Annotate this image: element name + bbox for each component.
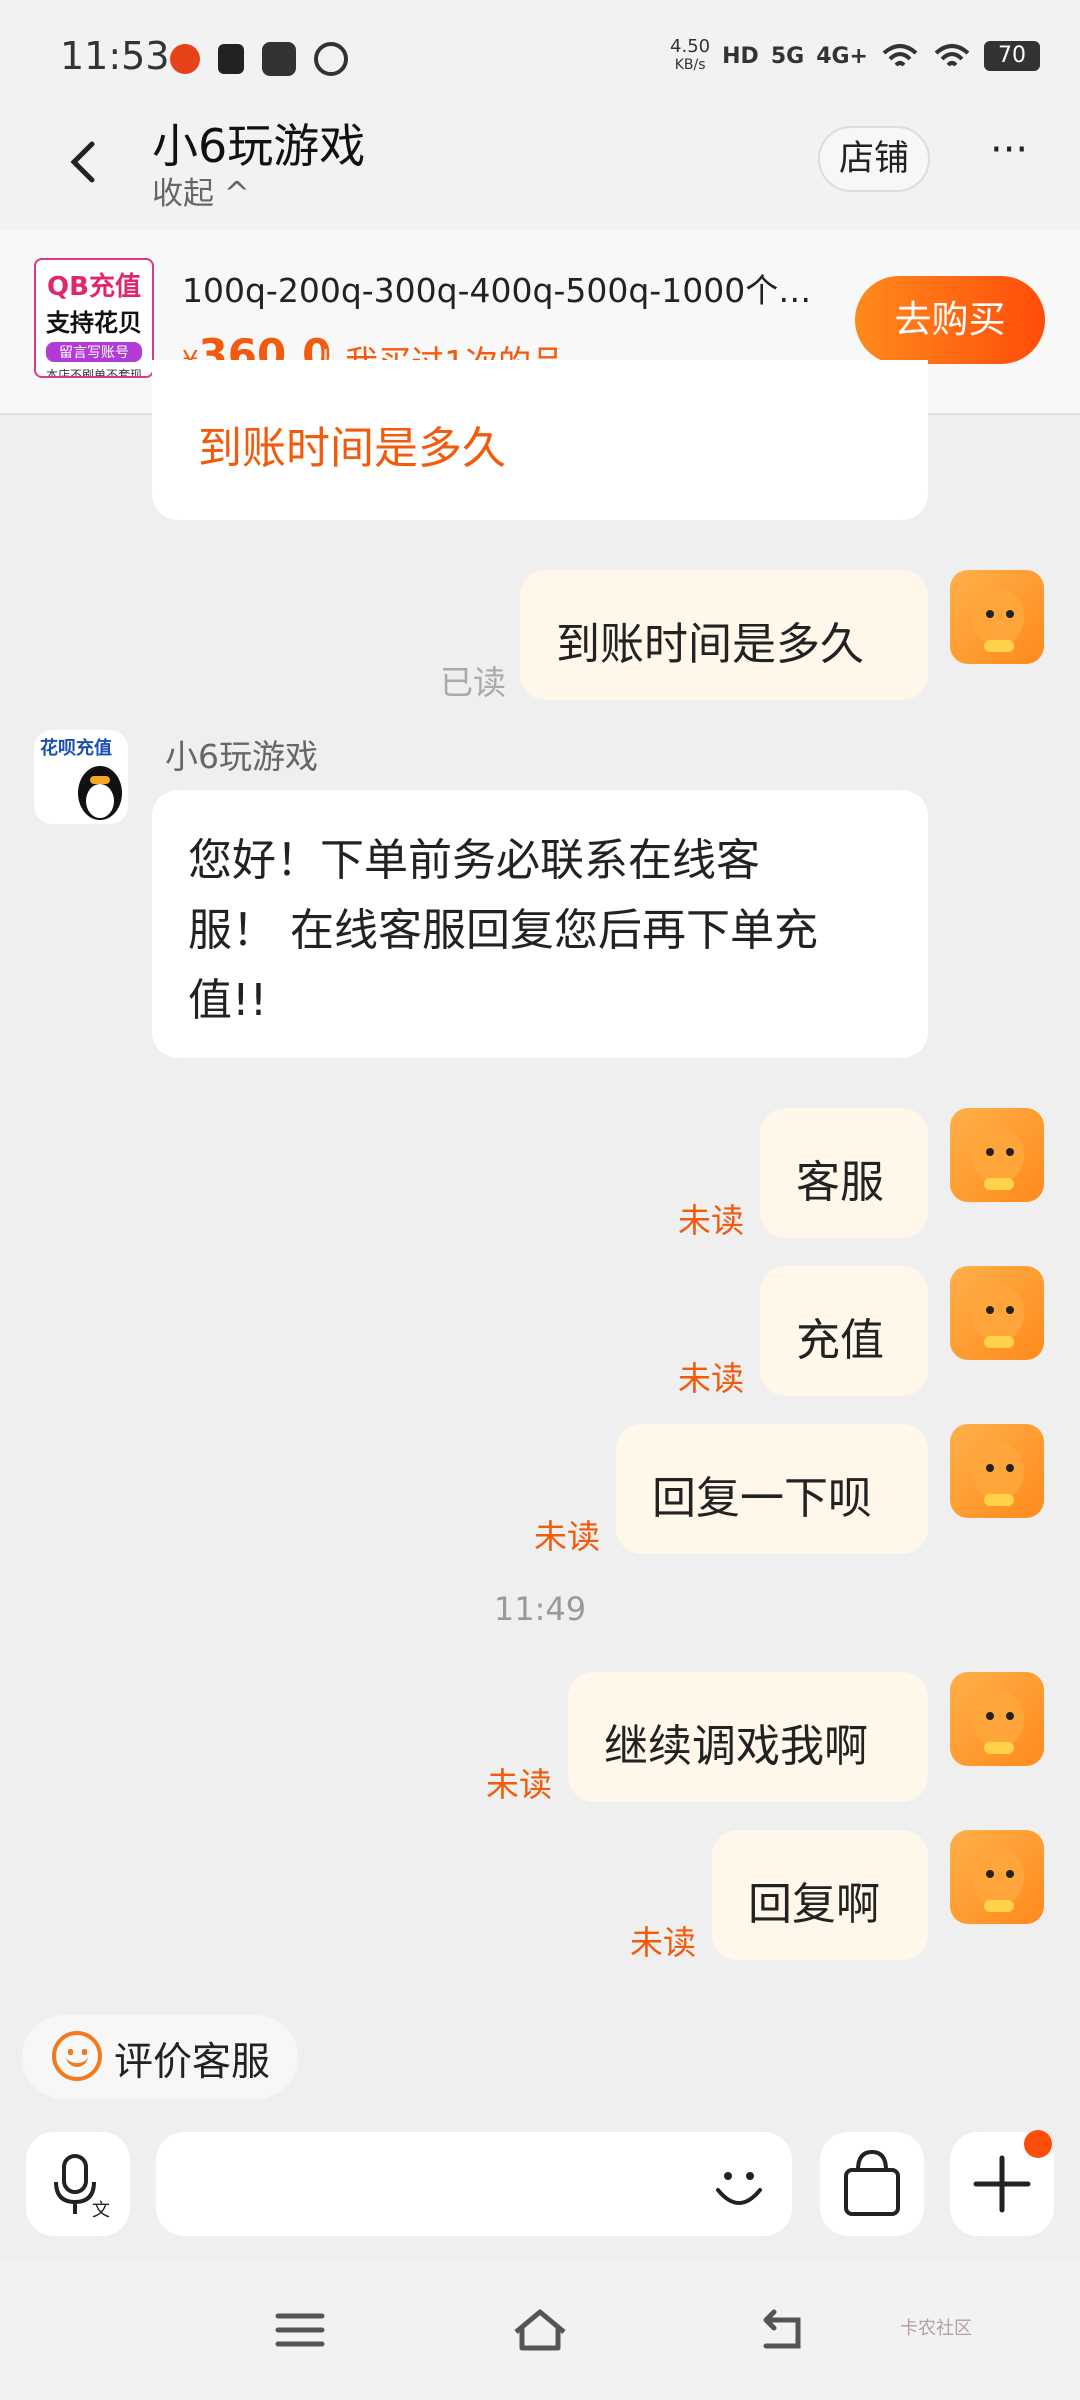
rate-service-button[interactable]: 评价客服 (22, 2015, 298, 2099)
seller-name: 小6玩游戏 (165, 737, 318, 776)
app-notification-icon (170, 44, 200, 74)
system-navigation-bar: 卡农社区 (0, 2260, 1080, 2400)
emoji-icon[interactable] (712, 2164, 766, 2212)
square-notification-icon (262, 42, 296, 76)
system-indicators: 4.50 KB/s HD 5G 4G+ 70 (670, 38, 1040, 74)
unread-status: 未读 (486, 1765, 552, 1804)
wifi-icon (882, 44, 918, 67)
message-input-field[interactable] (156, 2132, 792, 2236)
watermark-logo: 卡农社区 (900, 2318, 972, 2339)
message-bubble: 到账时间是多久 (152, 360, 928, 520)
user-avatar (950, 1108, 1044, 1202)
svg-text:文: 文 (92, 2200, 110, 2221)
status-time: 11:53 (60, 34, 170, 78)
user-avatar (950, 1424, 1044, 1518)
wifi-icon-2 (934, 44, 970, 67)
buy-button[interactable]: 去购买 (855, 276, 1045, 364)
status-bar: 11:53 4.50 KB/s HD 5G 4G+ 70 (0, 0, 1080, 110)
unread-status: 未读 (534, 1517, 600, 1556)
notification-icons (170, 42, 348, 76)
network-speed: 4.50 KB/s (670, 36, 711, 74)
product-thumbnail: QB充值 支持花贝 留言写账号 本店不刷单不套现 (34, 258, 154, 378)
user-avatar (950, 570, 1044, 664)
message-bubble: 充值 (760, 1266, 928, 1396)
notification-dot (1024, 2130, 1052, 2158)
5g-signal-icon: 5G (770, 43, 805, 69)
user-avatar (950, 1672, 1044, 1766)
home-icon[interactable] (510, 2300, 570, 2360)
unread-status: 未读 (678, 1201, 744, 1240)
unread-status: 未读 (678, 1359, 744, 1398)
more-menu-icon[interactable]: ··· (990, 130, 1046, 180)
user-avatar (950, 1830, 1044, 1924)
circle-notification-icon (314, 42, 348, 76)
voice-input-button[interactable]: 文 (26, 2132, 130, 2236)
hd-icon: HD (722, 43, 759, 69)
menu-icon[interactable] (270, 2300, 330, 2360)
input-bar: 文 (0, 2110, 1080, 2260)
battery-indicator: 70 (984, 41, 1040, 71)
shop-button[interactable]: 店铺 (818, 126, 930, 192)
message-bubble: 您好！下单前务必联系在线客 服！ 在线客服回复您后再下单充 值!! (152, 790, 928, 1058)
message-input[interactable] (186, 2154, 706, 2214)
product-picker-button[interactable] (820, 2132, 924, 2236)
tiktok-icon (218, 44, 244, 74)
4g-signal-icon: 4G+ (816, 43, 868, 69)
message-bubble: 客服 (760, 1108, 928, 1238)
smile-icon (52, 2031, 102, 2081)
message-timestamp: 11:49 (493, 1590, 587, 1628)
user-avatar (950, 1266, 1044, 1360)
message-bubble: 继续调戏我啊 (568, 1672, 928, 1802)
product-title: 100q-200q-300q-400q-500q-1000个Q... (182, 271, 822, 310)
message-bubble: 回复啊 (712, 1830, 928, 1960)
seller-avatar[interactable]: 花呗充值 (34, 730, 128, 824)
chat-header: 小6玩游戏 收起 ^ 店铺 ··· (0, 110, 1080, 230)
unread-status: 未读 (630, 1923, 696, 1962)
shopping-bag-icon (844, 2149, 900, 2216)
collapse-toggle[interactable]: 收起 ^ (152, 168, 250, 213)
back-nav-icon[interactable] (752, 2300, 812, 2360)
chat-title: 小6玩游戏 (152, 119, 366, 173)
read-status: 已读 (440, 663, 506, 702)
message-bubble: 到账时间是多久 (520, 570, 928, 700)
message-bubble: 回复一下呗 (616, 1424, 928, 1554)
back-arrow-icon[interactable] (58, 132, 106, 192)
microphone-icon: 文 (54, 2154, 110, 2221)
